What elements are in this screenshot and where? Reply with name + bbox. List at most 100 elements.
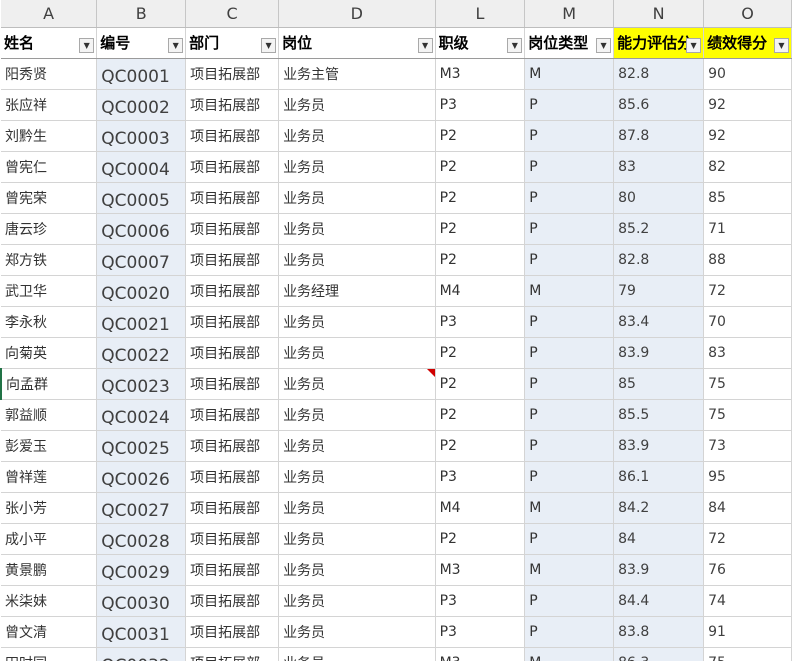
cell-ability-score[interactable]: 83.4	[613, 306, 705, 338]
cell-name[interactable]: 郭益顺	[1, 399, 98, 431]
column-header-d[interactable]: D	[278, 0, 436, 28]
cell-department[interactable]: 项目拓展部	[185, 182, 280, 214]
cell-grade[interactable]: P2	[435, 430, 526, 462]
cell-department[interactable]: 项目拓展部	[185, 213, 280, 245]
cell-name[interactable]: 向孟群	[0, 368, 98, 400]
cell-grade[interactable]: P3	[435, 585, 526, 617]
cell-performance-score[interactable]: 70	[703, 306, 792, 338]
cell-grade[interactable]: P2	[435, 182, 526, 214]
cell-ability-score[interactable]: 83.9	[613, 337, 705, 369]
cell-name[interactable]: 曾祥莲	[1, 461, 98, 493]
header-name[interactable]: 姓名 ▼	[1, 27, 98, 59]
cell-ability-score[interactable]: 84.4	[613, 585, 705, 617]
cell-department[interactable]: 项目拓展部	[185, 337, 280, 369]
cell-position-type[interactable]: M	[524, 492, 615, 524]
cell-position-type[interactable]: M	[524, 275, 615, 307]
cell-performance-score[interactable]: 92	[703, 120, 792, 152]
cell-ability-score[interactable]: 83.9	[613, 430, 705, 462]
cell-name[interactable]: 张应祥	[1, 89, 98, 121]
cell-department[interactable]: 项目拓展部	[185, 244, 280, 276]
cell-department[interactable]: 项目拓展部	[185, 275, 280, 307]
cell-position-type[interactable]: P	[524, 461, 615, 493]
cell-position-type[interactable]: P	[524, 213, 615, 245]
header-department[interactable]: 部门 ▼	[185, 27, 280, 59]
cell-department[interactable]: 项目拓展部	[185, 647, 280, 661]
comment-indicator-icon[interactable]	[426, 368, 435, 377]
header-performance-score[interactable]: 绩效得分 ▼	[703, 27, 792, 59]
cell-grade[interactable]: P2	[435, 151, 526, 183]
cell-position-type[interactable]: P	[524, 616, 615, 648]
cell-performance-score[interactable]: 75	[703, 647, 792, 661]
cell-performance-score[interactable]: 71	[703, 213, 792, 245]
cell-name[interactable]: 曾文清	[1, 616, 98, 648]
cell-id[interactable]: QC0027	[96, 492, 187, 524]
header-grade[interactable]: 职级 ▼	[435, 27, 526, 59]
cell-ability-score[interactable]: 84.2	[613, 492, 705, 524]
cell-id[interactable]: QC0029	[96, 554, 187, 586]
cell-position[interactable]: 业务员	[278, 616, 436, 648]
cell-id[interactable]: QC0002	[96, 89, 187, 121]
cell-grade[interactable]: P2	[435, 337, 526, 369]
cell-grade[interactable]: M4	[435, 492, 526, 524]
cell-id[interactable]: QC0006	[96, 213, 187, 245]
cell-performance-score[interactable]: 84	[703, 492, 792, 524]
cell-position[interactable]: 业务员	[278, 182, 436, 214]
cell-position-type[interactable]: P	[524, 244, 615, 276]
cell-ability-score[interactable]: 85	[613, 368, 705, 400]
cell-position-type[interactable]: P	[524, 151, 615, 183]
cell-id[interactable]: QC0023	[96, 368, 187, 400]
column-header-a[interactable]: A	[1, 0, 98, 28]
cell-position-type[interactable]: P	[524, 182, 615, 214]
cell-ability-score[interactable]: 82.8	[613, 244, 705, 276]
cell-position[interactable]: 业务员	[278, 306, 436, 338]
cell-name[interactable]: 成小平	[1, 523, 98, 555]
cell-position-type[interactable]: P	[524, 120, 615, 152]
cell-performance-score[interactable]: 85	[703, 182, 792, 214]
cell-grade[interactable]: P3	[435, 89, 526, 121]
cell-department[interactable]: 项目拓展部	[185, 430, 280, 462]
filter-dropdown-icon[interactable]: ▼	[261, 37, 277, 53]
cell-position[interactable]: 业务员	[278, 244, 436, 276]
cell-ability-score[interactable]: 79	[613, 275, 705, 307]
cell-grade[interactable]: M3	[435, 554, 526, 586]
cell-performance-score[interactable]: 75	[703, 368, 792, 400]
cell-position[interactable]: 业务员	[278, 337, 436, 369]
cell-name[interactable]: 曾宪荣	[1, 182, 98, 214]
cell-name[interactable]: 彭爱玉	[1, 430, 98, 462]
filter-dropdown-icon[interactable]: ▼	[507, 37, 523, 53]
cell-position-type[interactable]: P	[524, 368, 615, 400]
cell-position[interactable]: 业务员	[278, 213, 436, 245]
cell-performance-score[interactable]: 92	[703, 89, 792, 121]
cell-ability-score[interactable]: 82.8	[613, 58, 705, 90]
column-header-n[interactable]: N	[613, 0, 705, 28]
cell-name[interactable]: 唐云珍	[1, 213, 98, 245]
cell-position[interactable]: 业务员	[278, 151, 436, 183]
cell-grade[interactable]: P2	[435, 523, 526, 555]
cell-grade[interactable]: P2	[435, 213, 526, 245]
cell-ability-score[interactable]: 83.8	[613, 616, 705, 648]
cell-name[interactable]: 黄景鹏	[1, 554, 98, 586]
cell-ability-score[interactable]: 86.3	[613, 647, 705, 661]
column-header-l[interactable]: L	[435, 0, 526, 28]
column-header-m[interactable]: M	[524, 0, 615, 28]
cell-id[interactable]: QC0030	[96, 585, 187, 617]
cell-position[interactable]: 业务员	[278, 89, 436, 121]
cell-position[interactable]: 业务员	[278, 368, 436, 400]
cell-name[interactable]: 刘黔生	[1, 120, 98, 152]
cell-position[interactable]: 业务员	[278, 647, 436, 661]
cell-department[interactable]: 项目拓展部	[185, 89, 280, 121]
cell-id[interactable]: QC0022	[96, 337, 187, 369]
cell-ability-score[interactable]: 87.8	[613, 120, 705, 152]
cell-position[interactable]: 业务主管	[278, 58, 436, 90]
cell-department[interactable]: 项目拓展部	[185, 523, 280, 555]
cell-grade[interactable]: P3	[435, 461, 526, 493]
cell-position-type[interactable]: M	[524, 647, 615, 661]
cell-department[interactable]: 项目拓展部	[185, 151, 280, 183]
column-header-c[interactable]: C	[185, 0, 280, 28]
cell-grade[interactable]: P3	[435, 616, 526, 648]
cell-id[interactable]: QC0024	[96, 399, 187, 431]
cell-position-type[interactable]: M	[524, 554, 615, 586]
cell-position[interactable]: 业务经理	[278, 275, 436, 307]
cell-position-type[interactable]: P	[524, 430, 615, 462]
cell-performance-score[interactable]: 75	[703, 399, 792, 431]
